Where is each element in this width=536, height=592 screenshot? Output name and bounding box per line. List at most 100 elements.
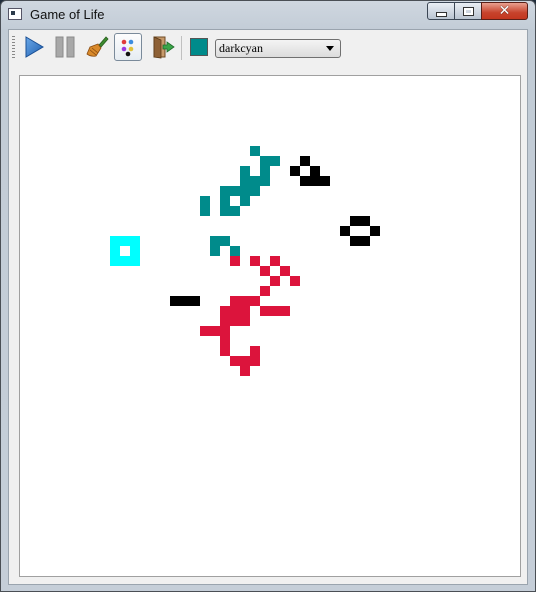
- live-cell-cyan[interactable]: [120, 236, 130, 246]
- live-cell-darkcyan[interactable]: [200, 196, 210, 206]
- live-cell-crimson[interactable]: [220, 306, 230, 316]
- live-cell-darkcyan[interactable]: [220, 196, 230, 206]
- color-select[interactable]: darkcyan: [215, 39, 341, 58]
- live-cell-crimson[interactable]: [280, 306, 290, 316]
- live-cell-crimson[interactable]: [250, 356, 260, 366]
- play-icon: [25, 36, 44, 58]
- live-cell-crimson[interactable]: [250, 346, 260, 356]
- live-cell-darkcyan[interactable]: [230, 186, 240, 196]
- live-cell-black[interactable]: [190, 296, 200, 306]
- live-cell-darkcyan[interactable]: [210, 246, 220, 256]
- live-cell-black[interactable]: [180, 296, 190, 306]
- maximize-button[interactable]: [454, 2, 482, 20]
- close-button[interactable]: ✕: [481, 2, 528, 20]
- live-cell-darkcyan[interactable]: [240, 196, 250, 206]
- live-cell-cyan[interactable]: [130, 256, 140, 266]
- live-cell-black[interactable]: [310, 176, 320, 186]
- live-cell-black[interactable]: [320, 176, 330, 186]
- live-cell-darkcyan[interactable]: [250, 146, 260, 156]
- live-cell-darkcyan[interactable]: [260, 176, 270, 186]
- live-cell-crimson[interactable]: [260, 266, 270, 276]
- minimize-button[interactable]: [427, 2, 455, 20]
- live-cell-crimson[interactable]: [230, 256, 240, 266]
- play-button[interactable]: [20, 33, 48, 61]
- live-cell-crimson[interactable]: [250, 296, 260, 306]
- live-cell-crimson[interactable]: [220, 336, 230, 346]
- live-cell-darkcyan[interactable]: [250, 176, 260, 186]
- maximize-icon: [462, 6, 474, 16]
- live-cell-cyan[interactable]: [130, 236, 140, 246]
- live-cell-crimson[interactable]: [260, 286, 270, 296]
- live-cell-darkcyan[interactable]: [260, 156, 270, 166]
- live-cell-darkcyan[interactable]: [200, 206, 210, 216]
- live-cell-crimson[interactable]: [270, 306, 280, 316]
- live-cell-crimson[interactable]: [220, 316, 230, 326]
- toolbar-grip[interactable]: [12, 36, 15, 60]
- live-cell-cyan[interactable]: [130, 246, 140, 256]
- app-window: Game of Life ✕ darkcyan: [0, 0, 536, 592]
- live-cell-crimson[interactable]: [230, 306, 240, 316]
- live-cell-crimson[interactable]: [270, 276, 280, 286]
- live-cell-darkcyan[interactable]: [260, 166, 270, 176]
- title-bar[interactable]: Game of Life ✕: [1, 1, 535, 29]
- live-cell-darkcyan[interactable]: [270, 156, 280, 166]
- clear-button[interactable]: [83, 33, 111, 61]
- game-board[interactable]: [19, 75, 521, 577]
- live-cell-black[interactable]: [170, 296, 180, 306]
- live-cell-black[interactable]: [300, 176, 310, 186]
- app-icon[interactable]: [8, 8, 22, 20]
- live-cell-crimson[interactable]: [230, 316, 240, 326]
- live-cell-crimson[interactable]: [240, 296, 250, 306]
- live-cell-darkcyan[interactable]: [220, 206, 230, 216]
- live-cell-crimson[interactable]: [210, 326, 220, 336]
- live-cell-darkcyan[interactable]: [230, 206, 240, 216]
- color-select-value: darkcyan: [219, 41, 263, 55]
- live-cell-darkcyan[interactable]: [240, 166, 250, 176]
- pause-button[interactable]: [51, 33, 79, 61]
- live-cell-cyan[interactable]: [120, 256, 130, 266]
- live-cell-darkcyan[interactable]: [230, 246, 240, 256]
- live-cell-darkcyan[interactable]: [210, 236, 220, 246]
- live-cell-black[interactable]: [290, 166, 300, 176]
- live-cell-black[interactable]: [350, 236, 360, 246]
- live-cell-crimson[interactable]: [200, 326, 210, 336]
- live-cell-crimson[interactable]: [240, 306, 250, 316]
- live-cell-crimson[interactable]: [290, 276, 300, 286]
- cell-grid[interactable]: [20, 76, 520, 576]
- live-cell-darkcyan[interactable]: [240, 176, 250, 186]
- live-cell-crimson[interactable]: [240, 366, 250, 376]
- live-cell-cyan[interactable]: [110, 236, 120, 246]
- live-cell-crimson[interactable]: [250, 256, 260, 266]
- live-cell-cyan[interactable]: [110, 256, 120, 266]
- current-color-swatch[interactable]: [190, 38, 208, 56]
- exit-button[interactable]: [149, 33, 177, 61]
- live-cell-cyan[interactable]: [110, 246, 120, 256]
- toolbar: darkcyan: [9, 30, 527, 66]
- live-cell-darkcyan[interactable]: [240, 186, 250, 196]
- live-cell-darkcyan[interactable]: [250, 186, 260, 196]
- live-cell-crimson[interactable]: [240, 316, 250, 326]
- live-cell-darkcyan[interactable]: [220, 186, 230, 196]
- live-cell-black[interactable]: [360, 236, 370, 246]
- live-cell-crimson[interactable]: [230, 296, 240, 306]
- toolbar-separator: [181, 36, 182, 60]
- live-cell-darkcyan[interactable]: [220, 236, 230, 246]
- live-cell-black[interactable]: [370, 226, 380, 236]
- live-cell-black[interactable]: [310, 166, 320, 176]
- live-cell-crimson[interactable]: [230, 356, 240, 366]
- color-palette-button[interactable]: [114, 33, 142, 61]
- live-cell-crimson[interactable]: [240, 356, 250, 366]
- live-cell-black[interactable]: [360, 216, 370, 226]
- live-cell-black[interactable]: [300, 156, 310, 166]
- exit-door-icon: [153, 36, 175, 59]
- live-cell-black[interactable]: [340, 226, 350, 236]
- live-cell-crimson[interactable]: [220, 326, 230, 336]
- broom-icon: [86, 36, 109, 57]
- live-cell-crimson[interactable]: [220, 346, 230, 356]
- live-cell-crimson[interactable]: [260, 306, 270, 316]
- chevron-down-icon: [326, 46, 334, 51]
- live-cell-crimson[interactable]: [270, 256, 280, 266]
- minimize-icon: [435, 11, 447, 17]
- live-cell-black[interactable]: [350, 216, 360, 226]
- live-cell-crimson[interactable]: [280, 266, 290, 276]
